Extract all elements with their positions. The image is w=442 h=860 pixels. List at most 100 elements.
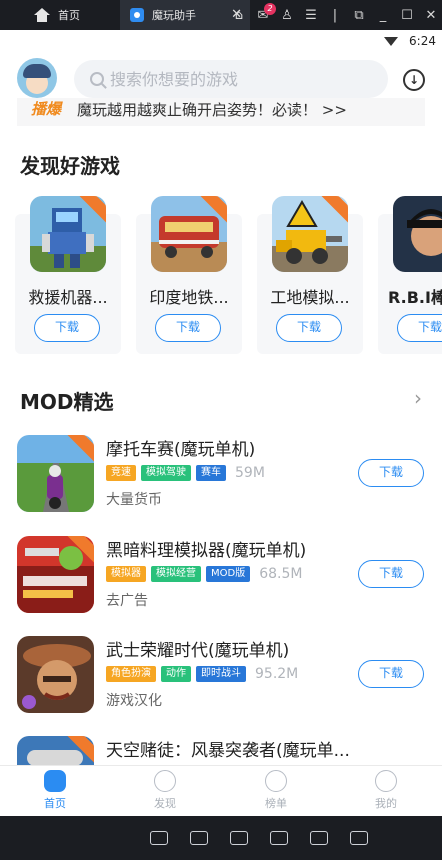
status-time: 6:24 (409, 34, 436, 48)
download-button[interactable]: 下载 (155, 314, 221, 342)
construction-game-icon (272, 196, 348, 272)
nav-label: 发现 (154, 797, 176, 810)
tag-badge: 模拟器 (106, 566, 146, 582)
separator-icon: | (332, 7, 338, 23)
file-size: 68.5M (259, 566, 303, 582)
volume-icon[interactable] (350, 831, 368, 845)
tag-row: 竞速 模拟驾驶 赛车 59M (106, 465, 265, 481)
mod-item-desc: 去广告 (106, 593, 148, 609)
download-manager-icon[interactable]: ↓ (403, 69, 425, 91)
discover-title: 发现好游戏 (20, 154, 120, 178)
tag-row: 模拟器 模拟经营 MOD版 68.5M (106, 566, 302, 582)
tag-badge: MOD版 (206, 566, 251, 582)
app-icon (130, 8, 144, 22)
compass-icon (154, 770, 176, 792)
status-bar: 6:24 (0, 30, 442, 52)
notice-text: 魔玩越用越爽止确开启姿势！必读！ >> (77, 101, 347, 119)
mod-section-title: MOD精选 (20, 390, 114, 414)
minimize-icon[interactable]: _ (376, 8, 390, 23)
nav-label: 我的 (375, 797, 397, 810)
game-card-name: 印度地铁... (149, 288, 229, 307)
bottom-nav: 首页 发现 榜单 我的 (0, 765, 442, 816)
tab-app-label: 魔玩助手 (152, 9, 196, 22)
mail-icon[interactable]: ✉ 2 (256, 2, 276, 23)
mod-item-title: 武士荣耀时代(魔玩单机) (106, 641, 290, 661)
home-game-icon (44, 770, 66, 792)
notification-badge: 2 (264, 2, 276, 15)
briefcase-icon[interactable] (190, 831, 208, 845)
notice-banner[interactable]: 播爆 魔玩越用越爽止确开启姿势！必读！ >> (17, 98, 425, 126)
mod-item-title: 黑暗料理模拟器(魔玩单机) (106, 541, 307, 561)
game-card-name: 救援机器... (28, 288, 108, 307)
screenshot-icon[interactable] (150, 831, 168, 845)
gamepad-icon[interactable] (270, 831, 288, 845)
menu-icon[interactable]: ☰ (304, 8, 318, 23)
cart-icon[interactable]: ⌂ (232, 8, 246, 23)
mod-item-title: 摩托车赛(魔玩单机) (106, 440, 256, 460)
emulator-bottom-bar (0, 816, 442, 860)
trophy-icon (265, 770, 287, 792)
wifi-icon (384, 37, 398, 46)
emulator-toolbar: ⌂ ✉ 2 ♙ ☰ | ⧉ _ ☐ ✕ (232, 0, 438, 30)
game-card[interactable]: 工地模拟... 下载 (257, 196, 363, 354)
game-card-name: R.B.I棒 (388, 288, 442, 307)
avatar[interactable] (17, 58, 57, 98)
list-item[interactable]: 摩托车赛(魔玩单机) 竞速 模拟驾驶 赛车 59M 大量货币 下载 (0, 435, 442, 535)
chevron-right-icon[interactable]: › (414, 386, 422, 410)
tag-badge: 即时战斗 (196, 666, 246, 682)
home-icon (34, 8, 50, 22)
tab-home[interactable]: 首页 (0, 0, 120, 30)
file-size: 59M (235, 465, 265, 481)
smile-icon (375, 770, 397, 792)
tag-badge: 模拟经营 (151, 566, 201, 582)
nav-mine[interactable]: 我的 (346, 770, 426, 811)
mod-item-desc: 大量货币 (106, 492, 162, 508)
restore-icon[interactable]: ⧉ (352, 8, 366, 23)
nav-discover[interactable]: 发现 (125, 770, 205, 811)
tag-badge: 竞速 (106, 465, 136, 481)
search-bar[interactable] (74, 60, 388, 98)
download-button[interactable]: 下载 (276, 314, 342, 342)
game-card-name: 工地模拟... (270, 288, 350, 307)
notice-tag: 播爆 (31, 100, 62, 118)
nav-home[interactable]: 首页 (15, 770, 95, 811)
fullscreen-icon[interactable] (310, 831, 328, 845)
game-card[interactable]: 印度地铁... 下载 (136, 196, 242, 354)
tag-badge: 动作 (161, 666, 191, 682)
train-game-icon (151, 196, 227, 272)
download-button[interactable]: 下载 (358, 459, 424, 487)
close-window-icon[interactable]: ✕ (424, 8, 438, 23)
file-size: 95.2M (255, 666, 299, 682)
keyboard-icon[interactable] (230, 831, 248, 845)
mod-item-desc: 游戏汉化 (106, 693, 162, 709)
tag-badge: 赛车 (196, 465, 226, 481)
nav-label: 榜单 (265, 797, 287, 810)
mod-item-title: 天空赌徒：风暴突袭者(魔玩单... (106, 741, 350, 761)
list-item[interactable]: 黑暗料理模拟器(魔玩单机) 模拟器 模拟经营 MOD版 68.5M 去广告 下载 (0, 536, 442, 636)
tab-home-label: 首页 (58, 9, 80, 22)
maximize-icon[interactable]: ☐ (400, 8, 414, 23)
tag-row: 角色扮演 动作 即时战斗 95.2M (106, 666, 298, 682)
nav-ranking[interactable]: 榜单 (236, 770, 316, 811)
list-item[interactable]: 武士荣耀时代(魔玩单机) 角色扮演 动作 即时战斗 95.2M 游戏汉化 下载 (0, 636, 442, 736)
search-icon (90, 72, 104, 86)
emulator-top-bar: 首页 魔玩助手 ✕ ⌂ ✉ 2 ♙ ☰ | ⧉ _ ☐ ✕ (0, 0, 442, 30)
download-button[interactable]: 下载 (34, 314, 100, 342)
motorbike-game-icon (17, 435, 94, 512)
discover-cards: 救援机器... 下载 印度地铁... 下载 工地模拟... 下载 R.B.I棒 … (15, 196, 442, 356)
game-card[interactable]: 救援机器... 下载 (15, 196, 121, 354)
baseball-game-icon (393, 196, 442, 272)
tag-badge: 模拟驾驶 (141, 465, 191, 481)
samurai-game-icon (17, 636, 94, 713)
robot-game-icon (30, 196, 106, 272)
tag-badge: 角色扮演 (106, 666, 156, 682)
user-icon[interactable]: ♙ (280, 8, 294, 23)
game-card[interactable]: R.B.I棒 下载 (378, 196, 442, 354)
tab-app[interactable]: 魔玩助手 ✕ (120, 0, 250, 30)
download-button[interactable]: 下载 (358, 660, 424, 688)
nav-label: 首页 (44, 797, 66, 810)
search-input[interactable] (110, 69, 360, 89)
cooking-game-icon (17, 536, 94, 613)
download-button[interactable]: 下载 (358, 560, 424, 588)
download-button[interactable]: 下载 (397, 314, 442, 342)
